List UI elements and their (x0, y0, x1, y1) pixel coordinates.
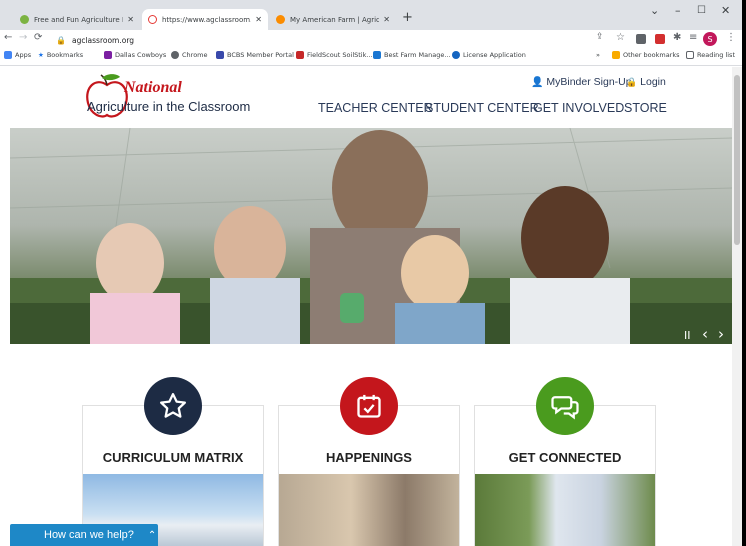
minimize-button[interactable]: – (675, 4, 681, 17)
other-bookmarks[interactable]: Other bookmarks (612, 51, 680, 59)
tab-favicon-icon (276, 15, 285, 24)
bookmark-favicon-icon (296, 51, 304, 59)
tab-title: https://www.agclassroom.org (162, 15, 251, 24)
site-logo[interactable]: National Agriculture in the Classroom (82, 73, 252, 123)
close-window-button[interactable]: ✕ (721, 4, 730, 17)
bookmark-chrome[interactable]: Chrome (171, 51, 208, 59)
tab-my-american-farm[interactable]: My American Farm | Agricultural ✕ (270, 9, 396, 30)
nav-student-center[interactable]: STUDENT CENTER (425, 101, 539, 115)
tab-close-icon[interactable]: ✕ (383, 15, 390, 24)
reading-list-icon (686, 51, 694, 59)
card-title: GET CONNECTED (508, 450, 622, 465)
bookmark-favicon-icon (452, 51, 460, 59)
reload-icon[interactable]: ⟳ (34, 32, 42, 43)
bookmark-apps[interactable]: Apps (4, 51, 31, 59)
nav-teacher-center[interactable]: TEACHER CENTER (318, 101, 433, 115)
card-image-people (279, 474, 459, 546)
card-title: HAPPENINGS (326, 450, 412, 465)
chevron-up-icon: ⌃ (147, 529, 157, 541)
star-icon: ★ (38, 51, 44, 59)
slider-pause-button[interactable]: II (684, 329, 691, 342)
window-edge (742, 0, 746, 546)
bookmark-fieldscout[interactable]: FieldScout SoilStik... (296, 51, 373, 59)
help-label: How can we help? (44, 529, 134, 541)
share-icon[interactable]: ⇪ (596, 32, 604, 42)
user-plus-icon: 👤 (531, 77, 544, 88)
tab-favicon-icon (20, 15, 29, 24)
url-text: agclassroom.org (71, 35, 135, 45)
chat-bubbles-icon (551, 396, 579, 420)
happenings-badge (340, 377, 398, 435)
bookmark-best-farm[interactable]: Best Farm Manage... (373, 51, 451, 59)
tab-title: Free and Fun Agriculture Educati (34, 15, 123, 24)
hero-photo-illustration (10, 128, 732, 344)
hero-slider-image[interactable]: II ‹ › (10, 128, 732, 344)
tab-title: My American Farm | Agricultural (290, 15, 380, 24)
pdf-extension-icon[interactable] (655, 34, 665, 44)
card-image-phone (475, 474, 655, 546)
profile-avatar[interactable]: S (703, 32, 717, 46)
bookmark-favicon-icon (373, 51, 381, 59)
nav-store[interactable]: STORE (624, 101, 667, 115)
extension-icon[interactable] (636, 34, 646, 44)
bookmark-favicon-icon (104, 51, 112, 59)
maximize-button[interactable]: ☐ (697, 5, 706, 16)
help-chat-widget[interactable]: How can we help? ⌃ (10, 524, 158, 546)
get-connected-badge (536, 377, 594, 435)
slider-prev-button[interactable]: ‹ (702, 325, 708, 343)
tab-agclassroom[interactable]: https://www.agclassroom.org ✕ (142, 9, 268, 30)
tab-search-icon[interactable]: ⌄ (650, 4, 659, 17)
tab-close-icon[interactable]: ✕ (255, 15, 262, 24)
reading-list[interactable]: Reading list (686, 51, 735, 59)
puzzle-icon[interactable]: ✱ (673, 32, 681, 43)
bookmark-star-icon[interactable]: ☆ (616, 32, 625, 43)
forward-icon[interactable]: → (19, 32, 27, 43)
card-title: CURRICULUM MATRIX (102, 450, 244, 465)
login-link[interactable]: 🔒 Login (626, 76, 666, 88)
lock-icon: 🔒 (626, 77, 638, 87)
folder-icon (612, 51, 620, 59)
tab-close-icon[interactable]: ✕ (127, 15, 134, 24)
back-icon[interactable]: ← (4, 32, 12, 43)
slider-next-button[interactable]: › (718, 325, 724, 343)
apps-grid-icon (4, 51, 12, 59)
bookmark-license[interactable]: License Application (452, 51, 526, 59)
curriculum-matrix-badge (144, 377, 202, 435)
star-icon (160, 393, 186, 418)
scrollbar-thumb[interactable] (734, 75, 740, 245)
calendar-check-icon (357, 394, 381, 418)
address-bar[interactable]: 🔒 agclassroom.org (56, 32, 636, 48)
tab-free-and-fun[interactable]: Free and Fun Agriculture Educati ✕ (14, 9, 140, 30)
reading-list-toolbar-icon[interactable]: ≡ (689, 32, 697, 43)
lock-icon: 🔒 (56, 35, 66, 45)
logo-wordmark: Agriculture in the Classroom (87, 99, 251, 114)
new-tab-button[interactable]: + (402, 10, 413, 25)
logo-script-text: National (124, 79, 182, 96)
tab-favicon-icon (148, 15, 157, 24)
chrome-icon (171, 51, 179, 59)
mybinder-signup-link[interactable]: 👤 MyBinder Sign-Up (531, 76, 632, 88)
bookmarks-overflow[interactable]: » (596, 51, 600, 59)
bookmark-bcbs[interactable]: BCBS Member Portal (216, 51, 294, 59)
bookmark-favicon-icon (216, 51, 224, 59)
menu-icon[interactable]: ⋮ (726, 32, 736, 43)
bookmark-bookmarks[interactable]: ★ Bookmarks (38, 51, 83, 59)
bookmark-dallas-cowboys[interactable]: Dallas Cowboys (104, 51, 166, 59)
nav-get-involved[interactable]: GET INVOLVED (533, 101, 624, 115)
